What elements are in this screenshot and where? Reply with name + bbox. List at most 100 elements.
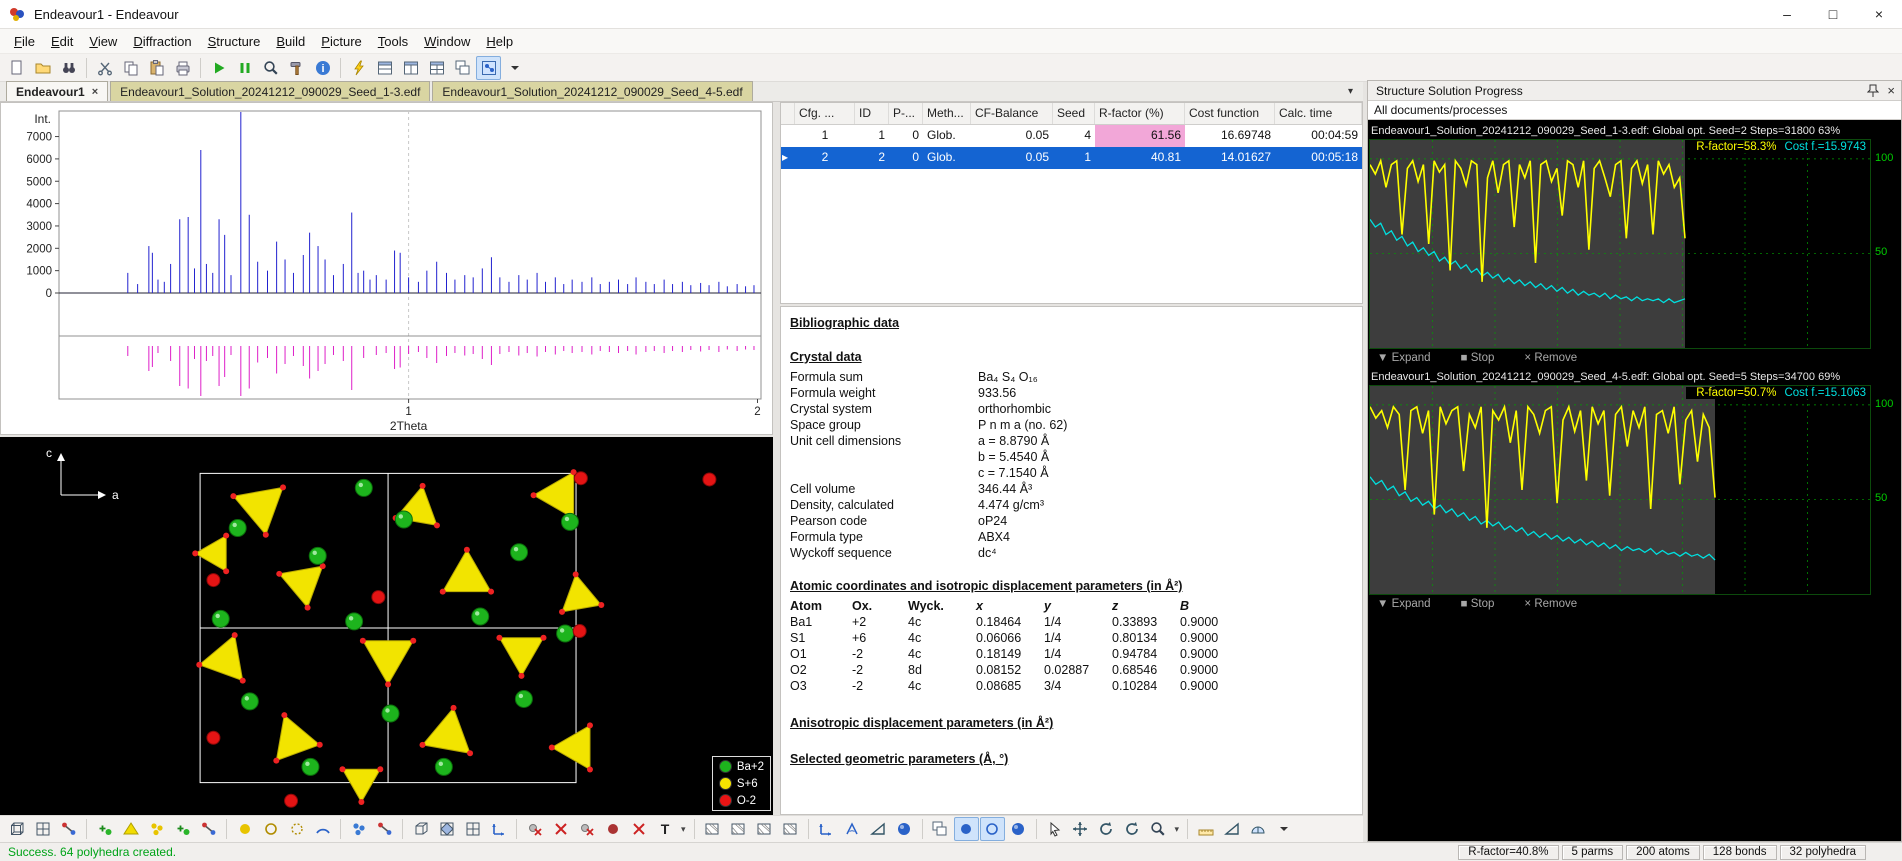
- remove-bond-icon[interactable]: [548, 817, 573, 841]
- process-plot[interactable]: R-factor=58.3%Cost f.=15.9743: [1369, 139, 1871, 349]
- bonds-icon[interactable]: [372, 817, 397, 841]
- results-col-6[interactable]: Seed: [1053, 103, 1095, 124]
- angle-display-icon[interactable]: [840, 817, 865, 841]
- menu-structure[interactable]: Structure: [200, 31, 269, 52]
- results-col-1[interactable]: Cfg. ...: [795, 103, 855, 124]
- build-molecule-icon[interactable]: [56, 817, 81, 841]
- select-pointer-icon[interactable]: [1042, 817, 1067, 841]
- stop-button-2[interactable]: ■ Stop: [1461, 598, 1495, 610]
- texture-dots-icon[interactable]: [778, 817, 803, 841]
- menu-help[interactable]: Help: [478, 31, 521, 52]
- cell-content-icon[interactable]: [434, 817, 459, 841]
- results-col-8[interactable]: Cost function: [1185, 103, 1275, 124]
- documents-filter[interactable]: All documents/processes: [1368, 101, 1901, 120]
- connectivity-icon[interactable]: [196, 817, 221, 841]
- stop-button-1[interactable]: ■ Stop: [1461, 352, 1495, 364]
- maximize-button[interactable]: □: [1810, 0, 1856, 28]
- view-sphere-icon[interactable]: [1006, 817, 1031, 841]
- process-plot[interactable]: R-factor=50.7%Cost f.=15.1063: [1369, 385, 1871, 595]
- texture-plain-icon[interactable]: [700, 817, 725, 841]
- results-col-9[interactable]: Calc. time: [1275, 103, 1362, 124]
- pause-solution-icon[interactable]: [232, 56, 257, 80]
- atoms-visibility-icon[interactable]: [346, 817, 371, 841]
- cell-axes-icon[interactable]: [486, 817, 511, 841]
- cut-icon[interactable]: [92, 56, 117, 80]
- zoom-mode-icon-dropdown[interactable]: ▾: [1172, 824, 1183, 835]
- measure-dropdown-icon[interactable]: [1271, 817, 1296, 841]
- toolbar-options-icon[interactable]: [502, 56, 527, 80]
- open-file-icon[interactable]: [30, 56, 55, 80]
- view-ball-icon[interactable]: [954, 817, 979, 841]
- menu-edit[interactable]: Edit: [43, 31, 81, 52]
- tab-close-icon[interactable]: ×: [92, 86, 98, 98]
- window-grid-icon[interactable]: [424, 56, 449, 80]
- window-split-vertical-icon[interactable]: [398, 56, 423, 80]
- texture-lines-icon[interactable]: [752, 817, 777, 841]
- menu-tools[interactable]: Tools: [370, 31, 416, 52]
- expand-button-2[interactable]: ▼ Expand: [1377, 598, 1431, 610]
- expand-button-1[interactable]: ▼ Expand: [1377, 352, 1431, 364]
- copy-icon[interactable]: [118, 56, 143, 80]
- atom-solid-style-icon[interactable]: [232, 817, 257, 841]
- info-icon[interactable]: i: [310, 56, 335, 80]
- texture-hatch-icon[interactable]: [726, 817, 751, 841]
- results-col-4[interactable]: Meth...: [923, 103, 971, 124]
- view-3d-icon[interactable]: [476, 56, 501, 80]
- labels-icon[interactable]: T: [652, 817, 677, 841]
- structure-3d-canvas[interactable]: ca: [0, 437, 771, 813]
- tools-icon[interactable]: [284, 56, 309, 80]
- menu-file[interactable]: File: [6, 31, 43, 52]
- panel-close-icon[interactable]: ×: [1887, 83, 1895, 98]
- rotate-icon[interactable]: [1094, 817, 1119, 841]
- packing-icon[interactable]: [30, 817, 55, 841]
- energy-icon[interactable]: [346, 56, 371, 80]
- zoom-tool-icon[interactable]: [258, 56, 283, 80]
- remove-polyhedra-icon[interactable]: [574, 817, 599, 841]
- results-row-1[interactable]: 110Glob.0.05461.5616.6974800:04:59: [781, 125, 1362, 147]
- zoom-mode-icon[interactable]: [1146, 817, 1171, 841]
- plane-display-icon[interactable]: [866, 817, 891, 841]
- pin-icon[interactable]: [1867, 84, 1879, 98]
- tab-list-dropdown-icon[interactable]: ▾: [1348, 86, 1353, 97]
- symmetry-icon[interactable]: [4, 817, 29, 841]
- unit-cell-icon[interactable]: [408, 817, 433, 841]
- add-atom-icon[interactable]: [92, 817, 117, 841]
- remove-atom-icon[interactable]: [522, 817, 547, 841]
- hide-atoms-icon[interactable]: [600, 817, 625, 841]
- remove-button-2[interactable]: × Remove: [1524, 598, 1577, 610]
- results-col-3[interactable]: P-...: [889, 103, 923, 124]
- remove-all-icon[interactable]: [626, 817, 651, 841]
- window-cascade-icon[interactable]: [450, 56, 475, 80]
- window-split-horizontal-icon[interactable]: [372, 56, 397, 80]
- cluster-icon[interactable]: [144, 817, 169, 841]
- find-icon[interactable]: [56, 56, 81, 80]
- sphere-display-icon[interactable]: [892, 817, 917, 841]
- spin-icon[interactable]: [1120, 817, 1145, 841]
- viewport-icon[interactable]: [928, 817, 953, 841]
- paste-icon[interactable]: [144, 56, 169, 80]
- results-row-2[interactable]: ▸220Glob.0.05140.8114.0162700:05:18: [781, 147, 1362, 169]
- tab-1[interactable]: Endeavour1×: [6, 81, 108, 101]
- add-ligand-icon[interactable]: [170, 817, 195, 841]
- tab-2[interactable]: Endeavour1_Solution_20241212_090029_Seed…: [110, 81, 430, 101]
- close-button[interactable]: ×: [1856, 0, 1902, 28]
- tab-3[interactable]: Endeavour1_Solution_20241212_090029_Seed…: [432, 81, 752, 101]
- menu-diffraction[interactable]: Diffraction: [125, 31, 199, 52]
- menu-picture[interactable]: Picture: [313, 31, 369, 52]
- measure-torsion-icon[interactable]: [1245, 817, 1270, 841]
- minimize-button[interactable]: –: [1764, 0, 1810, 28]
- arc-style-icon[interactable]: [310, 817, 335, 841]
- menu-view[interactable]: View: [81, 31, 125, 52]
- results-col-5[interactable]: CF-Balance: [971, 103, 1053, 124]
- measure-angle-icon[interactable]: [1219, 817, 1244, 841]
- atom-dotted-style-icon[interactable]: [284, 817, 309, 841]
- measure-distance-icon[interactable]: [1193, 817, 1218, 841]
- remove-button-1[interactable]: × Remove: [1524, 352, 1577, 364]
- atom-ring-style-icon[interactable]: [258, 817, 283, 841]
- menu-build[interactable]: Build: [268, 31, 313, 52]
- new-file-icon[interactable]: [4, 56, 29, 80]
- axes-display-icon[interactable]: [814, 817, 839, 841]
- results-col-7[interactable]: R-factor (%): [1095, 103, 1185, 124]
- polyhedra-icon[interactable]: [118, 817, 143, 841]
- view-ellipsoid-icon[interactable]: [980, 817, 1005, 841]
